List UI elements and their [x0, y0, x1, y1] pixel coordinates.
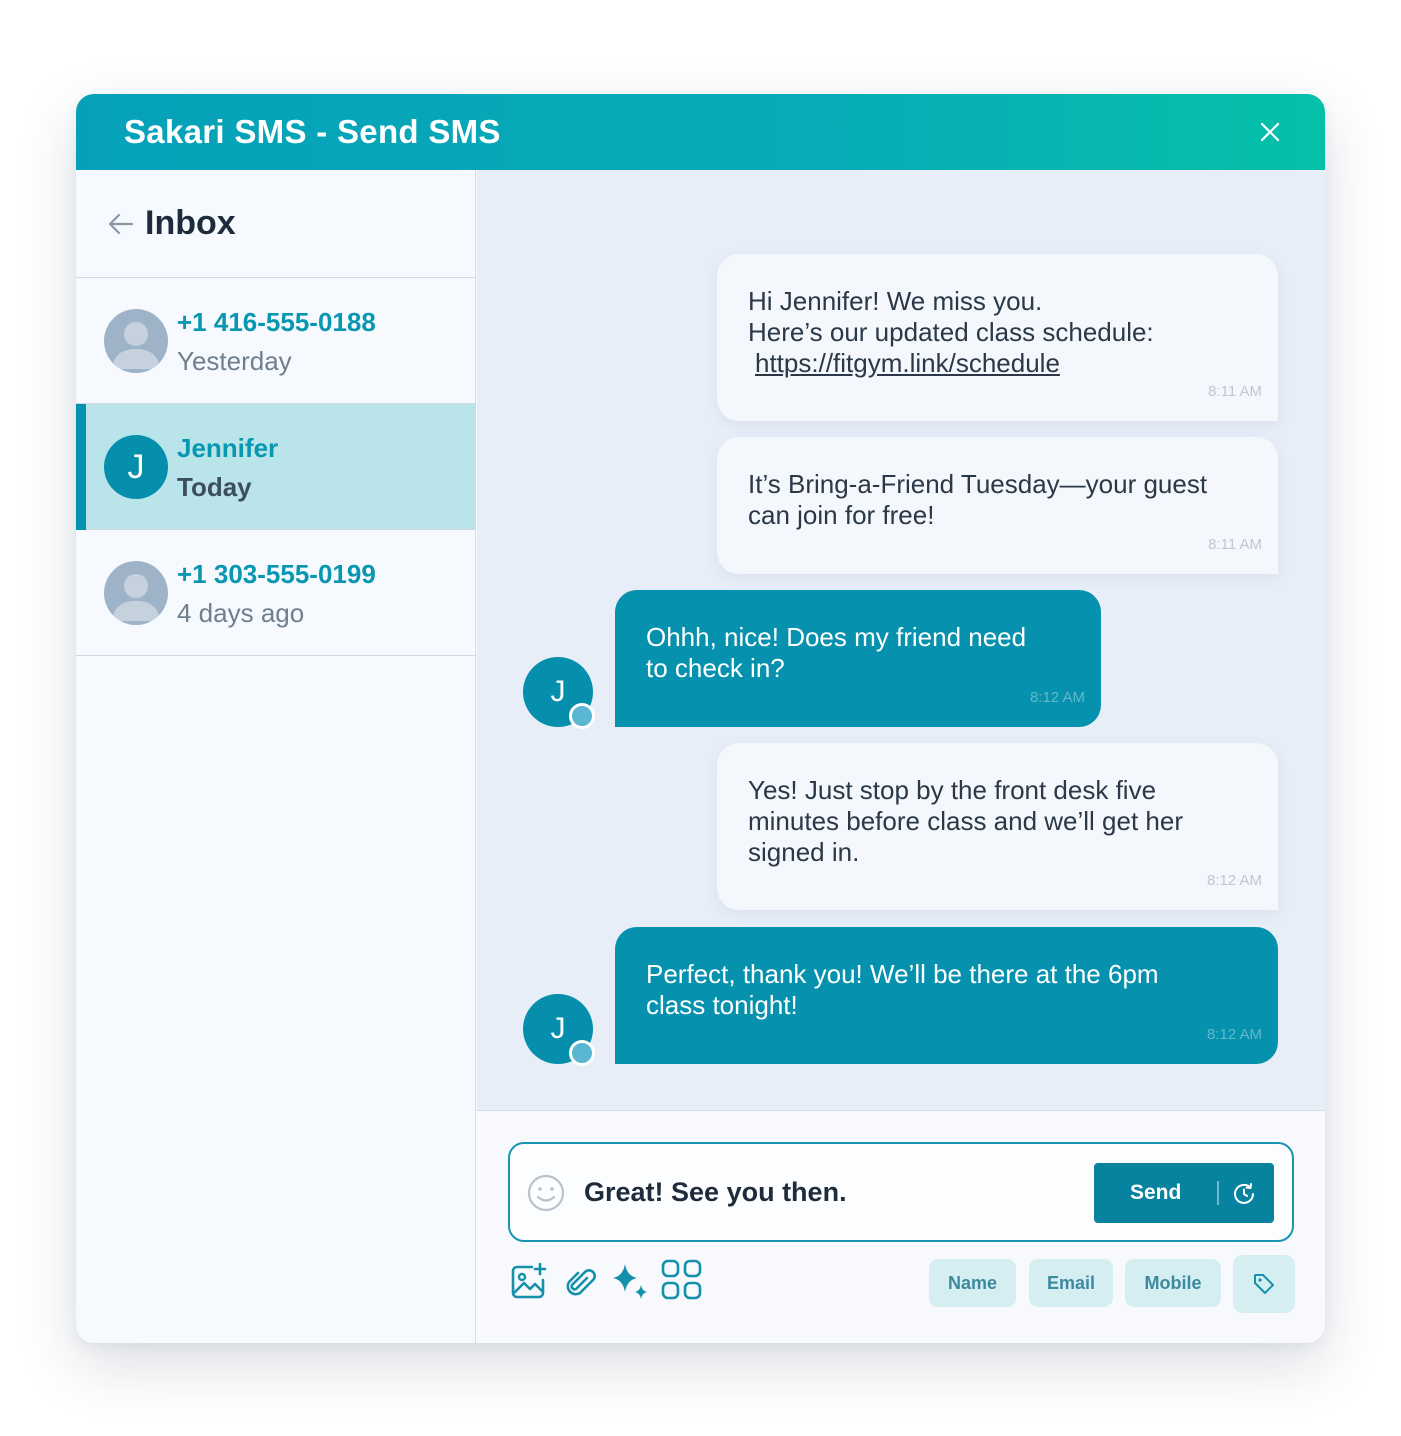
avatar: [104, 561, 168, 625]
send-divider: [1217, 1181, 1219, 1205]
chat-thread: Hi Jennifer! We miss you. Here’s our upd…: [477, 170, 1325, 1110]
conversation-time: 4 days ago: [177, 598, 305, 628]
outgoing-message: It’s Bring-a-Friend Tuesday—your guest c…: [717, 437, 1278, 574]
send-button[interactable]: Send: [1094, 1163, 1274, 1223]
message-time: 8:12 AM: [1206, 1026, 1262, 1043]
active-indicator: [76, 404, 86, 530]
email-token-chip[interactable]: Email: [1029, 1259, 1113, 1307]
conversation-time: Today: [177, 472, 252, 502]
ai-sparkle-icon[interactable]: [610, 1261, 652, 1303]
schedule-link[interactable]: https://fitgym.link/schedule: [755, 348, 1060, 378]
outgoing-message: Hi Jennifer! We miss you. Here’s our upd…: [717, 254, 1278, 421]
message-composer: Great! See you then. Send Name Email Mob…: [477, 1110, 1325, 1343]
incoming-message: Ohhh, nice! Does my friend need to check…: [615, 590, 1101, 727]
send-label: Send: [1130, 1181, 1182, 1204]
back-arrow-icon[interactable]: [108, 212, 134, 236]
message-line: class tonight!: [646, 990, 798, 1020]
inbox-sidebar: Inbox +1 416-555-0188 Yesterday J Jennif…: [76, 170, 476, 1343]
contact-avatar: J: [523, 657, 595, 729]
avatar: [104, 309, 168, 373]
message-line: Yes! Just stop by the front desk five: [748, 775, 1157, 805]
conversation-item[interactable]: +1 303-555-0199 4 days ago: [76, 530, 476, 656]
conversation-name: +1 416-555-0188: [177, 307, 376, 337]
person-icon: [112, 322, 160, 369]
conversation-time: Yesterday: [177, 346, 292, 376]
avatar-initial: J: [550, 675, 566, 708]
person-icon: [112, 574, 160, 621]
message-line: Perfect, thank you! We’ll be there at th…: [646, 959, 1159, 989]
add-image-icon[interactable]: [508, 1262, 548, 1302]
message-time: 8:12 AM: [1206, 872, 1262, 889]
message-line: can join for free!: [748, 500, 935, 530]
contact-avatar: J: [523, 994, 595, 1066]
inbox-header: Inbox: [76, 170, 476, 278]
avatar: J: [104, 435, 168, 499]
conversation-item-active[interactable]: J Jennifer Today: [76, 404, 476, 530]
message-line: It’s Bring-a-Friend Tuesday—your guest: [748, 469, 1208, 499]
avatar-initial: J: [550, 1012, 566, 1045]
tag-icon: [1254, 1274, 1274, 1294]
message-time: 8:11 AM: [1208, 536, 1262, 553]
status-dot: [569, 703, 595, 729]
conversation-name: +1 303-555-0199: [177, 559, 376, 589]
conversation-item[interactable]: +1 416-555-0188 Yesterday: [76, 278, 476, 404]
message-input[interactable]: Great! See you then.: [584, 1177, 847, 1208]
attachment-icon[interactable]: [563, 1264, 599, 1300]
apps-grid-icon[interactable]: [661, 1259, 703, 1301]
message-line: Hi Jennifer! We miss you.: [748, 286, 1043, 316]
schedule-clock-icon[interactable]: [1232, 1182, 1256, 1206]
tag-button[interactable]: [1233, 1255, 1295, 1313]
conversation-name: Jennifer: [177, 433, 279, 463]
message-line: Here’s our updated class schedule:: [748, 317, 1154, 347]
outgoing-message: Yes! Just stop by the front desk five mi…: [717, 743, 1278, 910]
inbox-title: Inbox: [145, 204, 236, 242]
message-line: to check in?: [646, 653, 785, 683]
sms-window: Sakari SMS - Send SMS Inbox +1 416-555-0…: [76, 94, 1325, 1343]
mobile-token-chip[interactable]: Mobile: [1125, 1259, 1221, 1307]
name-token-chip[interactable]: Name: [929, 1259, 1016, 1307]
window-title: Sakari SMS - Send SMS: [124, 113, 501, 150]
close-icon[interactable]: [1259, 121, 1281, 143]
message-time: 8:11 AM: [1208, 383, 1262, 400]
message-line: minutes before class and we’ll get her: [748, 806, 1184, 836]
message-time: 8:12 AM: [1029, 689, 1085, 706]
message-input-box[interactable]: Great! See you then. Send: [508, 1142, 1294, 1242]
message-line: Ohhh, nice! Does my friend need: [646, 622, 1027, 652]
emoji-icon[interactable]: [526, 1173, 566, 1213]
title-bar: Sakari SMS - Send SMS: [76, 94, 1325, 170]
message-line: signed in.: [748, 837, 860, 867]
status-dot: [569, 1040, 595, 1066]
incoming-message: Perfect, thank you! We’ll be there at th…: [615, 927, 1278, 1064]
